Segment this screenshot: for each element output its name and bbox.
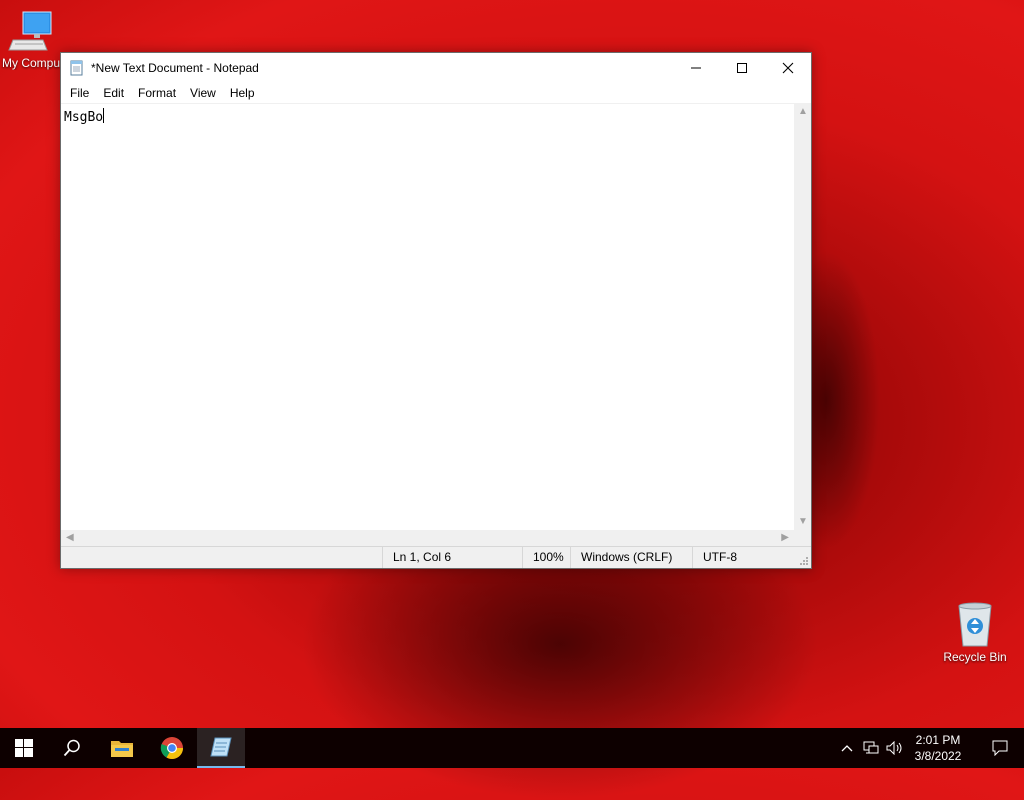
computer-icon [8,11,52,51]
notepad-taskbar-button[interactable] [197,728,245,768]
network-icon [863,741,879,754]
maximize-button[interactable] [719,53,765,83]
desktop-icon-label: Recycle Bin [943,650,1007,664]
clock-date: 3/8/2022 [914,749,962,763]
start-button[interactable] [0,728,48,768]
horizontal-scrollbar[interactable]: ◀ ▶ [61,530,794,547]
desktop-icon-label: My Compu [1,56,60,70]
notifications-button[interactable] [984,728,1016,768]
search-icon [63,739,80,757]
editor-content: MsgBo [64,110,104,125]
menu-format[interactable]: Format [131,84,183,102]
desktop-icon-my-computer[interactable]: My Compu [0,10,62,70]
volume-button[interactable] [884,728,906,768]
notepad-icon [70,60,83,76]
status-zoom: 100% [522,547,572,568]
minimize-button[interactable] [673,53,719,83]
maximize-icon [737,63,747,73]
chevron-up-icon [841,745,853,752]
menu-file[interactable]: File [63,84,96,102]
volume-icon [886,741,902,755]
menu-help[interactable]: Help [223,84,262,102]
window-title: *New Text Document - Notepad [91,61,259,75]
notification-icon [992,740,1008,756]
text-editor[interactable]: MsgBo [61,103,794,530]
taskbar: 2:01 PM 3/8/2022 [0,728,1024,768]
resize-grip-icon[interactable] [799,556,809,566]
menu-view[interactable]: View [183,84,223,102]
recycle-bin-icon [958,602,992,647]
scroll-up-icon[interactable]: ▲ [798,106,808,117]
window-controls [673,53,811,83]
scroll-right-icon[interactable]: ▶ [781,532,789,543]
notepad-icon [210,737,232,757]
clock[interactable]: 2:01 PM 3/8/2022 [908,732,968,764]
file-explorer-button[interactable] [98,728,146,768]
title-bar[interactable]: *New Text Document - Notepad [61,53,811,83]
file-explorer-icon [111,741,133,757]
clock-time: 2:01 PM [915,733,961,747]
status-bar: Ln 1, Col 6 100% Windows (CRLF) UTF-8 [61,546,811,568]
scrollbar-corner [794,530,811,547]
minimize-icon [691,67,701,69]
status-line-ending: Windows (CRLF) [570,547,692,568]
network-button[interactable] [860,728,882,768]
chrome-button[interactable] [148,728,196,768]
scroll-down-icon[interactable]: ▼ [798,516,808,527]
scroll-left-icon[interactable]: ◀ [66,532,74,543]
status-position: Ln 1, Col 6 [382,547,522,568]
desktop-icon-recycle-bin[interactable]: Recycle Bin [935,600,1015,664]
status-encoding: UTF-8 [692,547,796,568]
start-icon [15,739,33,757]
vertical-scrollbar[interactable]: ▲ ▼ [794,103,811,530]
notepad-window: *New Text Document - Notepad File Edit F… [60,52,812,569]
close-icon [782,62,794,74]
close-button[interactable] [765,53,811,83]
menu-edit[interactable]: Edit [96,84,131,102]
show-hidden-icons-button[interactable] [838,728,856,768]
search-button[interactable] [48,728,96,768]
chrome-icon [160,737,183,759]
menu-bar: File Edit Format View Help [61,83,811,103]
text-caret [103,108,105,123]
